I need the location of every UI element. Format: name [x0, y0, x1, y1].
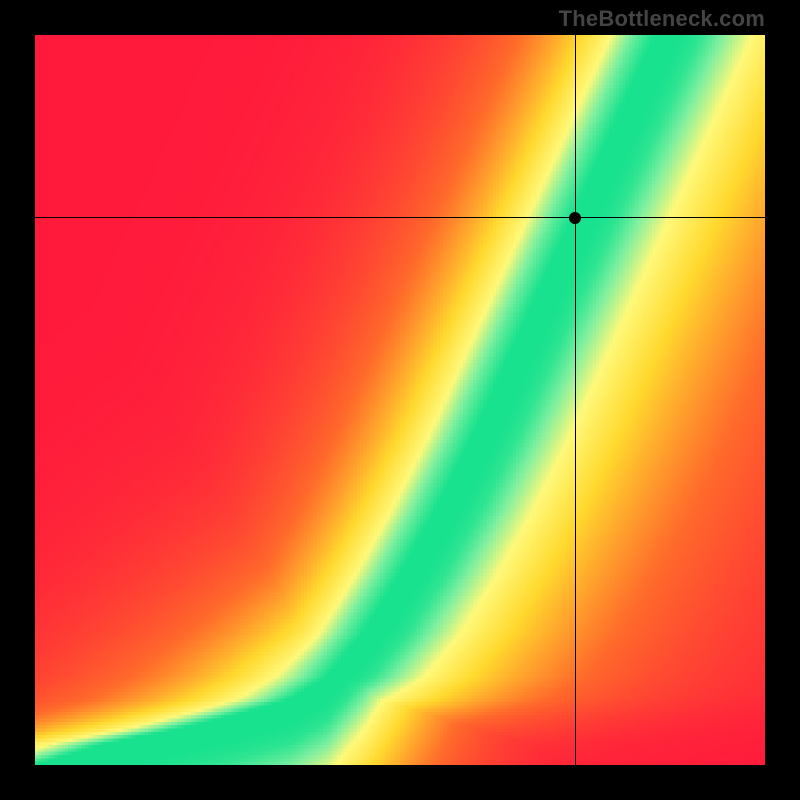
crosshair-horizontal [35, 217, 765, 218]
attribution-text: TheBottleneck.com [559, 6, 765, 32]
heatmap-plot [35, 35, 765, 765]
heatmap-canvas [35, 35, 765, 765]
chart-frame: TheBottleneck.com [0, 0, 800, 800]
crosshair-point-icon [569, 212, 581, 224]
crosshair-vertical [575, 35, 576, 765]
